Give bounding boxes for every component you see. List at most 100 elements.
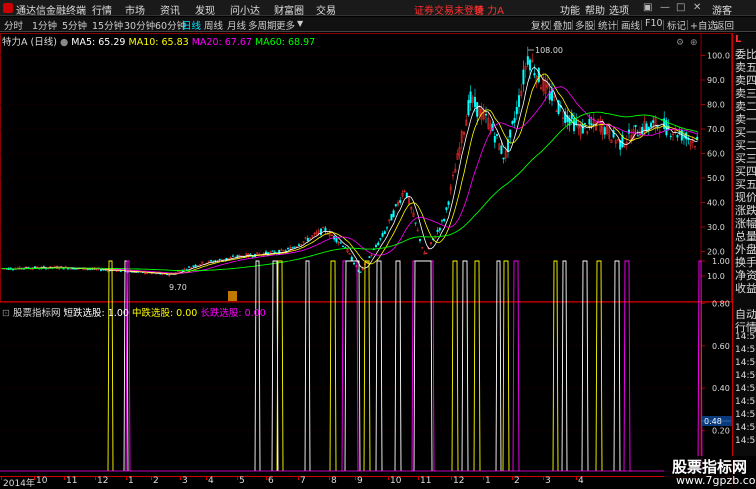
menu-hangqing[interactable]: 行情 — [92, 2, 112, 17]
indicator-axis-label: 1.00 — [712, 257, 730, 266]
menu-zixun[interactable]: 资讯 — [160, 2, 180, 17]
maximize-icon[interactable]: □ — [676, 2, 685, 13]
indicator-axis-label: 0.60 — [712, 342, 730, 351]
ma60-value: MA60: 68.97 — [254, 37, 316, 48]
menu-xuanxiang[interactable]: 选项 — [609, 2, 629, 17]
candle-body — [386, 227, 389, 229]
x-axis-tick — [355, 476, 356, 480]
ma20-line — [1, 86, 698, 274]
app-name: 通达信金融终端 — [16, 6, 86, 17]
x-axis-tick — [64, 476, 65, 480]
candle-body — [62, 268, 65, 270]
price-axis-label: 40.0 — [707, 199, 725, 208]
candle-body — [436, 230, 439, 232]
candle-body — [339, 242, 342, 244]
candlestick-series — [1, 46, 699, 277]
menu-gongneng[interactable]: 功能 — [560, 2, 580, 17]
x-axis-label: 2 — [514, 476, 520, 486]
period-week[interactable]: 周线 — [204, 18, 223, 32]
x-axis-tick — [418, 476, 419, 480]
candle-body — [650, 122, 653, 128]
tool-huaxian[interactable]: 画线 — [621, 18, 640, 32]
candle-body — [447, 201, 450, 205]
x-axis-tick — [1, 476, 2, 480]
candle-body — [676, 134, 679, 138]
tool-diejia[interactable]: 叠加 — [553, 18, 572, 32]
divider — [594, 20, 595, 30]
mid-drop-value: 中跌选股: 0.00 — [131, 308, 198, 319]
period-day[interactable]: 日线 — [182, 18, 201, 32]
indicator-pulse — [561, 260, 568, 472]
menu-jiaoyi[interactable]: 交易 — [316, 2, 336, 17]
tool-duogu[interactable]: 多股 — [575, 18, 594, 32]
menu-faxian[interactable]: 发现 — [195, 2, 215, 17]
candle-body — [443, 218, 446, 221]
kline-chart-area[interactable]: 100.0 90.0 80.0 70.0 60.0 50.0 40.0 30.0 20.0 10.… — [0, 33, 732, 476]
menu-shichang[interactable]: 市场 — [125, 2, 145, 17]
indicator-pulse — [363, 260, 371, 472]
indicator-name[interactable]: 股票指标网 — [13, 308, 61, 319]
candle-body — [194, 264, 197, 267]
candle-body — [526, 56, 529, 65]
candle-body — [474, 96, 477, 108]
candle-body — [628, 129, 631, 134]
period-multi[interactable]: 多周期 — [248, 18, 277, 32]
period-15min[interactable]: 15分钟 — [92, 18, 123, 32]
minimize-icon[interactable]: — — [660, 2, 670, 13]
app-logo-icon — [3, 3, 13, 13]
period-more[interactable]: 更多 — [276, 18, 295, 32]
sidebar-item-24: 14:56 — [735, 358, 756, 368]
indicator-series — [0, 260, 703, 472]
x-axis-label: 9 — [357, 476, 363, 486]
tool-fuquan[interactable]: 复权 — [531, 18, 550, 32]
guest-label[interactable]: 游客 — [712, 2, 732, 17]
candle-body — [469, 91, 472, 103]
indicator-cursor-value: 0.48 — [704, 417, 722, 426]
x-axis-label: 12 — [453, 476, 465, 486]
watermark-url: www.7gpzb.com — [676, 474, 756, 487]
x-axis-label: 2014年 — [3, 479, 35, 489]
tool-f10[interactable]: F10 — [645, 18, 663, 29]
skin-icon[interactable]: ▣ — [643, 2, 652, 13]
period-1min[interactable]: 1分钟 — [32, 18, 57, 32]
period-30min[interactable]: 30分钟 — [124, 18, 155, 32]
menu-wenxiaoda[interactable]: 问小达 — [230, 2, 260, 17]
x-axis-label: 11 — [420, 476, 432, 486]
candle-body — [502, 157, 505, 160]
period-month[interactable]: 月线 — [227, 18, 246, 32]
ma60-line — [1, 111, 698, 272]
low-price-label: 9.70 — [169, 283, 187, 292]
candle-body — [645, 123, 648, 131]
candle-body — [192, 265, 195, 267]
candle-body — [509, 129, 512, 138]
candle-body — [214, 260, 217, 262]
x-axis-label: 10 — [36, 476, 48, 486]
candle-body — [656, 125, 659, 128]
tool-tongji[interactable]: 统计 — [598, 18, 617, 32]
candle-body — [342, 245, 345, 247]
candle-body — [603, 127, 606, 135]
indicator-pulse — [413, 260, 433, 472]
indicator-pulse — [595, 260, 603, 472]
x-axis-label: 4 — [208, 476, 214, 486]
candle-body — [419, 238, 422, 241]
ma20-value: MA20: 67.67 — [191, 37, 252, 48]
candle-body — [306, 237, 309, 242]
period-fenshi[interactable]: 分时 — [4, 18, 23, 32]
x-axis-tick — [266, 476, 267, 480]
period-5min[interactable]: 5分钟 — [62, 18, 87, 32]
close-icon[interactable]: ✕ — [693, 2, 701, 13]
tool-biaoji[interactable]: 标记 — [667, 18, 686, 32]
candle-body — [187, 266, 190, 268]
candle-body — [584, 122, 587, 125]
tool-back[interactable]: 返回 — [715, 18, 734, 32]
x-axis-label: 2 — [153, 476, 159, 486]
x-axis-tick — [298, 476, 299, 480]
candle-body — [291, 247, 294, 249]
menu-bangzhu[interactable]: 帮助 — [585, 2, 605, 17]
x-axis-label: 8 — [331, 476, 337, 486]
chevron-down-icon[interactable]: ▼ — [297, 19, 303, 28]
candle-body — [513, 118, 516, 123]
x-axis-tick — [237, 476, 238, 480]
menu-caifuquan[interactable]: 财富圈 — [274, 2, 304, 17]
